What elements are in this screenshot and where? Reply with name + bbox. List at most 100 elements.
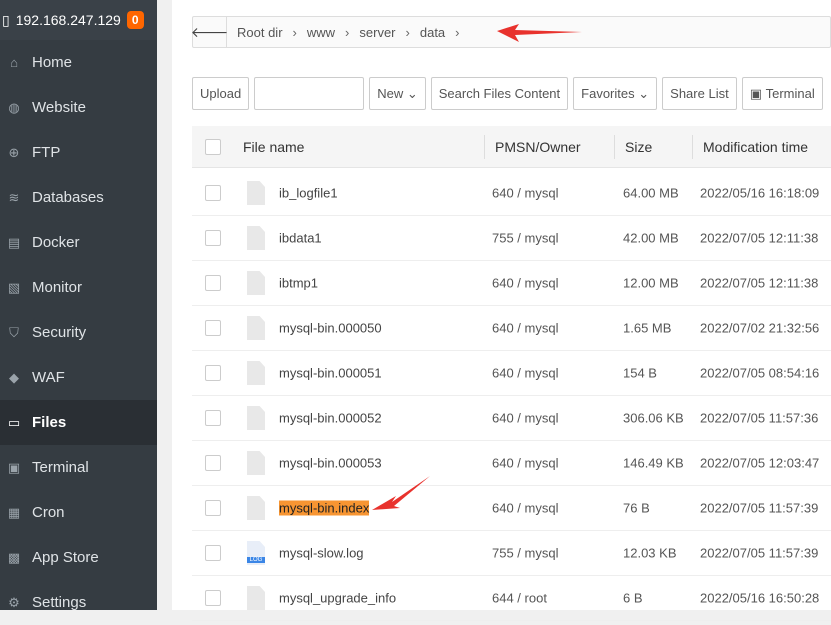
- permission-owner[interactable]: 640 / mysql: [492, 321, 558, 336]
- file-size: 306.06 KB: [623, 410, 684, 426]
- file-size: 12.00 MB: [623, 275, 679, 291]
- file-icon: [247, 451, 265, 475]
- permission-owner[interactable]: 640 / mysql: [492, 411, 558, 426]
- select-all-checkbox[interactable]: [205, 138, 221, 155]
- row-checkbox[interactable]: [205, 320, 221, 336]
- search-files-content-button[interactable]: Search Files Content: [430, 77, 569, 110]
- sidebar-item-docker[interactable]: ▤ Docker: [0, 220, 157, 265]
- docker-icon: ▤: [7, 234, 21, 250]
- row-checkbox[interactable]: [205, 230, 221, 246]
- waf-icon: ◆: [9, 369, 19, 385]
- table-row[interactable]: mysql-bin.000050 640 / mysql 1.65 MB 202…: [192, 306, 831, 351]
- row-checkbox[interactable]: [205, 185, 221, 201]
- breadcrumb-item[interactable]: Root dir: [237, 25, 283, 40]
- sidebar-item-security[interactable]: ⛉ Security: [0, 310, 157, 355]
- chevron-down-icon: ⌄: [406, 85, 418, 101]
- row-checkbox[interactable]: [205, 410, 221, 426]
- folder-icon: ▭: [7, 414, 21, 430]
- permission-owner[interactable]: 755 / mysql: [492, 546, 558, 561]
- notification-badge[interactable]: 0: [126, 11, 144, 29]
- table-row[interactable]: mysql-slow.log 755 / mysql 12.03 KB 2022…: [192, 531, 831, 576]
- sidebar-item-app-store[interactable]: ▩ App Store: [0, 535, 157, 580]
- permission-owner[interactable]: 640 / mysql: [492, 501, 558, 516]
- table-row[interactable]: mysql_upgrade_info 644 / root 6 B 2022/0…: [192, 576, 831, 621]
- new-button[interactable]: New ⌄: [369, 77, 426, 110]
- header-size[interactable]: Size: [614, 135, 652, 159]
- calendar-icon: ▦: [7, 504, 21, 520]
- upload-button[interactable]: Upload: [192, 77, 250, 110]
- modification-time: 2022/07/05 12:03:47: [700, 455, 820, 471]
- sidebar-item-databases[interactable]: ≋ Databases: [0, 175, 157, 220]
- server-icon: ▯: [2, 11, 10, 28]
- row-checkbox[interactable]: [205, 500, 221, 516]
- file-name-link[interactable]: mysql-bin.000050: [279, 321, 382, 336]
- row-checkbox[interactable]: [205, 365, 221, 381]
- breadcrumb-item[interactable]: data: [420, 25, 445, 40]
- breadcrumb-item[interactable]: server: [359, 25, 395, 40]
- favorites-button[interactable]: Favorites ⌄: [573, 77, 658, 110]
- sidebar-item-ftp[interactable]: ⊕ FTP: [0, 130, 157, 175]
- breadcrumb-item[interactable]: www: [307, 25, 335, 40]
- table-row[interactable]: ibdata1 755 / mysql 42.00 MB 2022/07/05 …: [192, 216, 831, 261]
- permission-owner[interactable]: 640 / mysql: [492, 456, 558, 471]
- back-button[interactable]: 🡐: [191, 17, 228, 47]
- terminal-label: Terminal: [765, 86, 815, 101]
- row-checkbox[interactable]: [205, 590, 221, 606]
- sidebar: ▯ 192.168.247.129 0 ⌂ Home ◍ Website ⊕ FTP ≋ Da…: [0, 0, 157, 611]
- file-icon: [247, 361, 265, 385]
- table-row[interactable]: mysql-bin.000053 640 / mysql 146.49 KB 2…: [192, 441, 831, 486]
- sidebar-item-label: Terminal: [32, 459, 89, 476]
- table-row[interactable]: ibtmp1 640 / mysql 12.00 MB 2022/07/05 1…: [192, 261, 831, 306]
- file-size: 6 B: [623, 590, 643, 606]
- file-name-link[interactable]: mysql-bin.index: [279, 500, 370, 516]
- file-name-link[interactable]: mysql-bin.000053: [279, 456, 382, 471]
- terminal-button[interactable]: ▣ Terminal: [741, 77, 823, 110]
- permission-owner[interactable]: 640 / mysql: [492, 366, 558, 381]
- sidebar-item-settings[interactable]: ⚙ Settings: [0, 580, 157, 625]
- permission-owner[interactable]: 755 / mysql: [492, 231, 558, 246]
- ftp-icon: ⊕: [8, 144, 20, 160]
- chevron-right-icon: ›: [345, 24, 350, 40]
- file-icon: [247, 316, 265, 340]
- terminal-icon: ▣: [7, 459, 21, 475]
- file-name-link[interactable]: ib_logfile1: [279, 186, 338, 201]
- sidebar-item-cron[interactable]: ▦ Cron: [0, 490, 157, 535]
- header-mod-time[interactable]: Modification time: [692, 135, 808, 159]
- sidebar-item-label: Databases: [32, 189, 104, 206]
- sidebar-item-label: WAF: [32, 369, 65, 386]
- permission-owner[interactable]: 644 / root: [492, 591, 547, 606]
- sidebar-item-website[interactable]: ◍ Website: [0, 85, 157, 130]
- file-name-link[interactable]: mysql_upgrade_info: [279, 591, 396, 606]
- row-checkbox[interactable]: [205, 275, 221, 291]
- server-ip: 192.168.247.129: [15, 12, 121, 28]
- file-name-link[interactable]: mysql-bin.000051: [279, 366, 382, 381]
- main-panel: 🡐 Root dir › www › server › data › Upload New ⌄…: [172, 0, 831, 621]
- permission-owner[interactable]: 640 / mysql: [492, 276, 558, 291]
- log-file-icon: [247, 541, 265, 565]
- row-checkbox[interactable]: [205, 545, 221, 561]
- permission-owner[interactable]: 640 / mysql: [492, 186, 558, 201]
- sidebar-item-terminal[interactable]: ▣ Terminal: [0, 445, 157, 490]
- file-name-link[interactable]: ibtmp1: [279, 276, 318, 291]
- sidebar-item-label: Docker: [32, 234, 80, 251]
- row-checkbox[interactable]: [205, 455, 221, 471]
- table-row[interactable]: mysql-bin.000051 640 / mysql 154 B 2022/…: [192, 351, 831, 396]
- header-file-name[interactable]: File name: [233, 126, 304, 167]
- header-pmsn[interactable]: PMSN/Owner: [484, 135, 581, 159]
- table-row[interactable]: ib_logfile1 640 / mysql 64.00 MB 2022/05…: [192, 171, 831, 216]
- file-name-link[interactable]: mysql-slow.log: [279, 546, 364, 561]
- sidebar-item-files[interactable]: ▭ Files: [0, 400, 157, 445]
- table-row[interactable]: mysql-bin.000052 640 / mysql 306.06 KB 2…: [192, 396, 831, 441]
- sidebar-item-waf[interactable]: ◆ WAF: [0, 355, 157, 400]
- chevron-right-icon: ›: [455, 24, 460, 40]
- file-name-link[interactable]: ibdata1: [279, 231, 322, 246]
- sidebar-item-monitor[interactable]: ▧ Monitor: [0, 265, 157, 310]
- sidebar-item-home[interactable]: ⌂ Home: [0, 40, 157, 85]
- file-name-link[interactable]: mysql-bin.000052: [279, 411, 382, 426]
- chevron-right-icon: ›: [292, 24, 297, 40]
- sidebar-item-label: Files: [32, 414, 67, 431]
- file-icon: [247, 226, 265, 250]
- path-input[interactable]: [254, 77, 365, 110]
- table-row[interactable]: mysql-bin.index 640 / mysql 76 B 2022/07…: [192, 486, 831, 531]
- share-list-button[interactable]: Share List: [662, 77, 737, 110]
